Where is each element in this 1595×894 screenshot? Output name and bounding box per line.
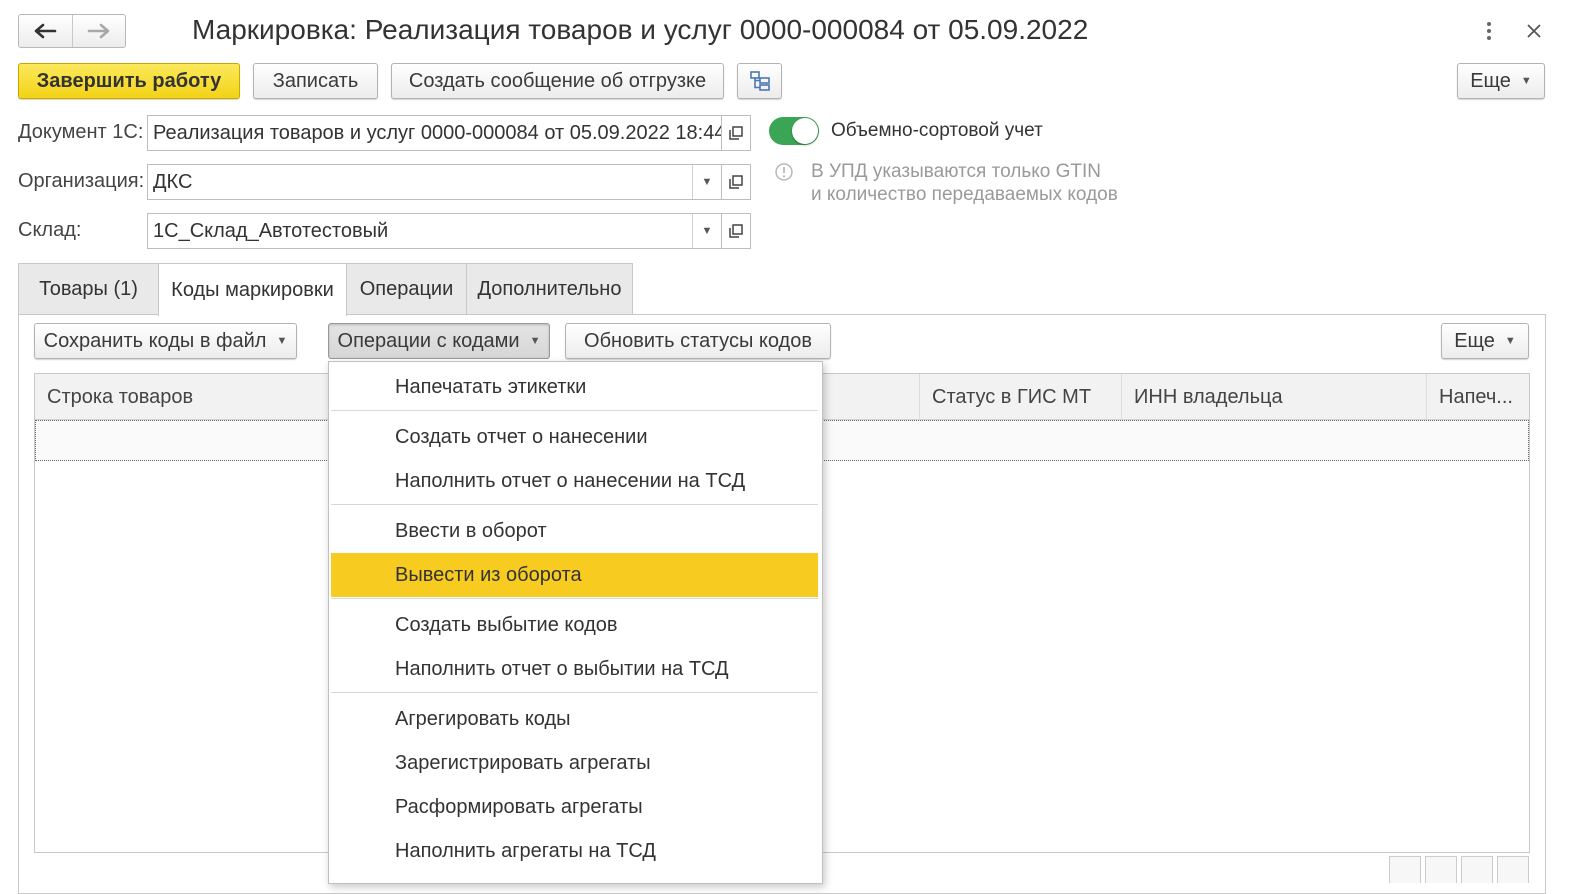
tab-marking-codes[interactable]: Коды маркировки bbox=[158, 263, 347, 316]
menu-item-create-codes-disposal[interactable]: Создать выбытие кодов bbox=[331, 603, 818, 647]
menu-item-fill-aggregates-tsd[interactable]: Наполнить агрегаты на ТСД bbox=[331, 829, 818, 873]
save-button[interactable]: Записать bbox=[253, 63, 378, 99]
menu-item-fill-disposal-report-tsd[interactable]: Наполнить отчет о выбытии на ТСД bbox=[331, 647, 818, 691]
organization-open-button[interactable] bbox=[721, 164, 751, 200]
menu-item-introduce-into-circulation[interactable]: Ввести в оборот bbox=[331, 509, 818, 553]
toggle-knob bbox=[792, 118, 818, 144]
operations-dropdown-menu: Напечатать этикетки Создать отчет о нане… bbox=[328, 361, 823, 884]
chevron-down-icon: ▼ bbox=[1504, 335, 1516, 347]
menu-item-disband-aggregates[interactable]: Расформировать агрегаты bbox=[331, 785, 818, 829]
chevron-down-icon: ▼ bbox=[276, 335, 288, 347]
finish-button[interactable]: Завершить работу bbox=[18, 63, 240, 99]
last-page-icon[interactable] bbox=[1497, 856, 1529, 883]
column-header-owner-inn[interactable]: ИНН владельца bbox=[1122, 374, 1427, 420]
info-icon bbox=[774, 162, 794, 182]
warehouse-label: Склад: bbox=[18, 219, 82, 241]
volume-sort-toggle[interactable] bbox=[769, 117, 819, 145]
column-header-gis-status[interactable]: Статус в ГИС МТ bbox=[920, 374, 1122, 420]
close-icon[interactable] bbox=[1525, 22, 1543, 40]
vertical-dots-icon[interactable] bbox=[1481, 20, 1497, 44]
tab-goods[interactable]: Товары (1) bbox=[18, 263, 159, 315]
table-nav-icons[interactable] bbox=[1389, 856, 1529, 883]
structure-icon bbox=[749, 71, 770, 91]
save-codes-button[interactable]: Сохранить коды в файл ▼ bbox=[34, 323, 297, 359]
menu-item-register-aggregates[interactable]: Зарегистрировать агрегаты bbox=[331, 741, 818, 785]
tab-operations[interactable]: Операции bbox=[346, 263, 467, 315]
hint-line1: В УПД указываются только GTIN bbox=[811, 161, 1101, 182]
column-header-printed[interactable]: Напеч... bbox=[1427, 374, 1529, 420]
organization-label: Организация: bbox=[18, 170, 145, 192]
more-label: Еще bbox=[1470, 69, 1511, 92]
menu-item-withdraw-from-circulation[interactable]: Вывести из оборота bbox=[331, 553, 818, 597]
prev-page-icon[interactable] bbox=[1425, 856, 1457, 883]
organization-value: ДКС bbox=[153, 170, 193, 193]
open-window-icon bbox=[729, 224, 743, 238]
document-value: Реализация товаров и услуг 0000-000084 о… bbox=[153, 121, 721, 144]
arrow-right-icon bbox=[87, 23, 110, 39]
warehouse-value: 1С_Склад_Автотестовый bbox=[153, 219, 389, 242]
open-window-icon bbox=[729, 175, 743, 189]
chevron-down-icon: ▼ bbox=[1520, 75, 1532, 87]
codes-more-label: Еще bbox=[1454, 329, 1495, 352]
hint-line2: и количество передаваемых кодов bbox=[811, 184, 1118, 205]
create-shipment-message-button[interactable]: Создать сообщение об отгрузке bbox=[391, 63, 724, 99]
document-label: Документ 1С: bbox=[18, 121, 144, 143]
chevron-down-icon[interactable]: ▼ bbox=[692, 214, 721, 248]
menu-item-fill-application-report-tsd[interactable]: Наполнить отчет о нанесении на ТСД bbox=[331, 459, 818, 503]
open-window-icon bbox=[729, 126, 743, 140]
more-button[interactable]: Еще ▼ bbox=[1457, 63, 1545, 99]
chevron-down-icon: ▼ bbox=[529, 335, 541, 347]
menu-item-print-labels[interactable]: Напечатать этикетки bbox=[331, 365, 818, 409]
next-page-icon[interactable] bbox=[1461, 856, 1493, 883]
save-codes-label: Сохранить коды в файл bbox=[43, 329, 267, 352]
menu-separator bbox=[331, 504, 818, 505]
warehouse-field[interactable]: 1С_Склад_Автотестовый ▼ bbox=[147, 213, 722, 249]
menu-separator bbox=[331, 598, 818, 599]
menu-separator bbox=[331, 692, 818, 693]
menu-item-aggregate-codes[interactable]: Агрегировать коды bbox=[331, 697, 818, 741]
forward-button[interactable] bbox=[73, 15, 125, 47]
menu-separator bbox=[331, 410, 818, 411]
organization-field[interactable]: ДКС ▼ bbox=[147, 164, 722, 200]
nav-buttons-group bbox=[18, 14, 126, 48]
chevron-down-icon[interactable]: ▼ bbox=[692, 165, 721, 199]
codes-more-button[interactable]: Еще ▼ bbox=[1441, 323, 1529, 359]
structure-button[interactable] bbox=[737, 63, 782, 99]
arrow-left-icon bbox=[35, 23, 57, 39]
operations-with-codes-button[interactable]: Операции с кодами ▼ bbox=[328, 323, 550, 359]
refresh-statuses-button[interactable]: Обновить статусы кодов bbox=[565, 323, 831, 359]
menu-item-create-application-report[interactable]: Создать отчет о нанесении bbox=[331, 415, 818, 459]
toggle-label: Объемно-сортовой учет bbox=[831, 120, 1043, 141]
operations-with-codes-label: Операции с кодами bbox=[337, 329, 520, 352]
warehouse-open-button[interactable] bbox=[721, 213, 751, 249]
back-button[interactable] bbox=[19, 15, 73, 47]
window-title: Маркировка: Реализация товаров и услуг 0… bbox=[192, 14, 1089, 45]
first-page-icon[interactable] bbox=[1389, 856, 1421, 883]
document-open-button[interactable] bbox=[721, 115, 751, 151]
document-field[interactable]: Реализация товаров и услуг 0000-000084 о… bbox=[147, 115, 722, 151]
tab-additional[interactable]: Дополнительно bbox=[466, 263, 633, 315]
